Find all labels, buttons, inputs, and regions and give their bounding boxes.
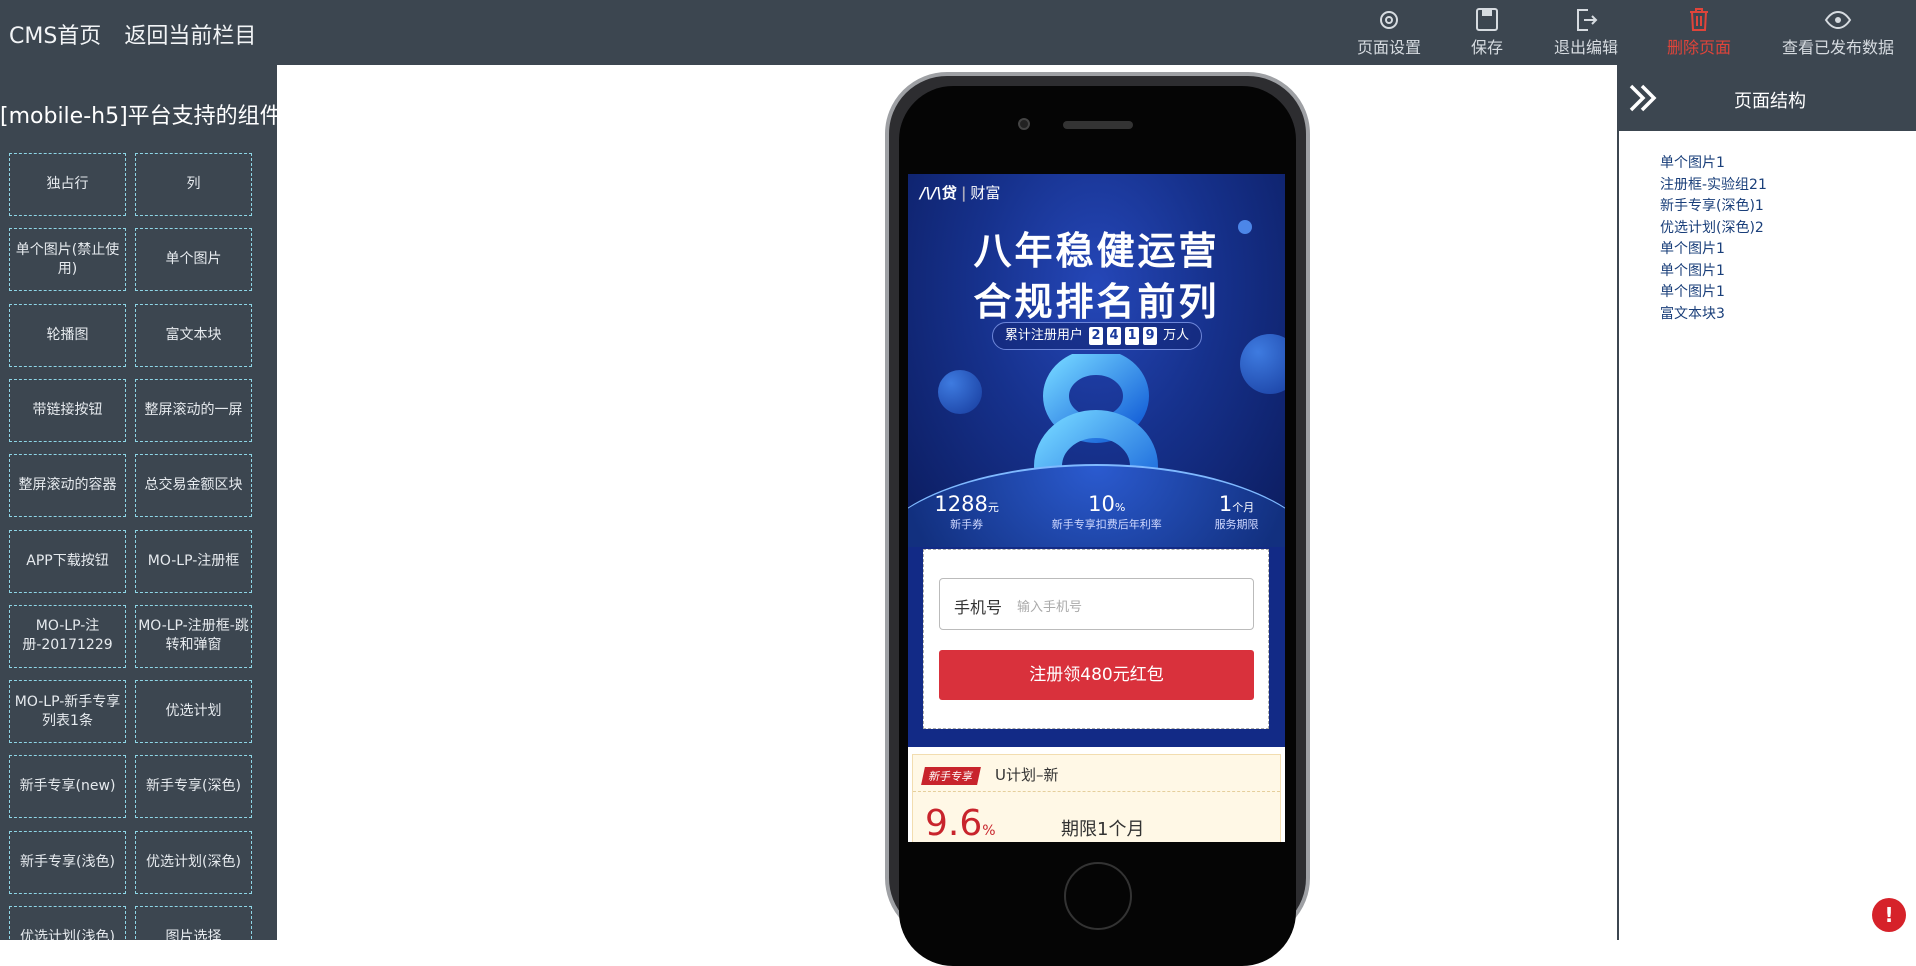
speaker-grille <box>1063 121 1133 129</box>
headline-1: 八年稳健运营 <box>973 229 1220 273</box>
component-item[interactable]: 总交易金额区块 <box>135 454 252 518</box>
bubble <box>938 370 982 414</box>
stat-unit: 个月 <box>1232 501 1255 514</box>
phone-placeholder: 输入手机号 <box>1017 600 1083 615</box>
stat-item: 1288元 新手券 <box>934 492 998 532</box>
structure-item[interactable]: 新手专享(深色)1 <box>1660 196 1916 218</box>
component-item[interactable]: APP下载按钮 <box>9 529 126 593</box>
cms-home-link[interactable]: CMS首页 <box>9 24 101 49</box>
register-button[interactable]: 注册领480元红包 <box>939 650 1254 700</box>
collapse-chevrons-icon[interactable] <box>1627 81 1659 115</box>
page-settings-button[interactable]: 页面设置 <box>1357 4 1421 58</box>
headline-2: 合规排名前列 <box>973 280 1220 324</box>
component-item[interactable]: 新手专享(深色) <box>135 755 252 819</box>
structure-item[interactable]: 优选计划(深色)2 <box>1660 218 1916 240</box>
breadcrumb: CMS首页 返回当前栏目 <box>9 18 272 50</box>
structure-item[interactable]: 单个图片1 <box>1660 239 1916 261</box>
component-item[interactable]: 优选计划 <box>135 680 252 744</box>
page-structure-panel: 页面结构 单个图片1 注册框-实验组21 新手专享(深色)1 优选计划(深色)2 单个图… <box>1617 65 1916 940</box>
exit-icon <box>1577 9 1598 31</box>
structure-item[interactable]: 单个图片1 <box>1660 153 1916 175</box>
error-alert-icon[interactable]: ! <box>1872 898 1906 932</box>
bubble <box>1238 220 1252 234</box>
phone-number-field[interactable]: 手机号 输入手机号 <box>939 578 1254 630</box>
component-item[interactable]: MO-LP-新手专享列表1条 <box>9 680 126 744</box>
save-icon <box>1476 8 1498 31</box>
user-count-digit: 9 <box>1143 327 1157 345</box>
delete-page-label: 删除页面 <box>1667 38 1732 57</box>
component-item[interactable]: 富文本块 <box>135 303 252 367</box>
component-item[interactable]: MO-LP-注册框-跳转和弹窗 <box>135 604 252 668</box>
component-item[interactable]: 新手专享(浅色) <box>9 830 126 894</box>
sidebar-title: [mobile-h5]平台支持的组件 <box>0 104 277 129</box>
exit-edit-button[interactable]: 退出编辑 <box>1554 4 1618 58</box>
stat-label: 服务期限 <box>1214 518 1259 531</box>
component-item[interactable]: 整屏滚动的一屏 <box>135 378 252 442</box>
delete-page-button[interactable]: 删除页面 <box>1667 4 1731 58</box>
register-box: 手机号 输入手机号 注册领480元红包 <box>923 549 1269 729</box>
structure-item[interactable]: 单个图片1 <box>1660 282 1916 304</box>
component-item[interactable]: 单个图片 <box>135 228 252 292</box>
stat-value: 1 <box>1218 492 1233 516</box>
stat-label: 新手券 <box>950 518 984 531</box>
stat-unit: % <box>1114 501 1126 514</box>
structure-list: 单个图片1 注册框-实验组21 新手专享(深色)1 优选计划(深色)2 单个图片1 单个图… <box>1619 153 1916 325</box>
brand-logo: /\/\贷 | 财富 <box>920 184 1001 202</box>
component-item[interactable]: 单个图片(禁止使用) <box>9 228 126 292</box>
phone-label: 手机号 <box>954 598 1003 617</box>
component-item[interactable]: 优选计划(深色) <box>135 830 252 894</box>
component-item[interactable]: 图片选择 <box>135 906 252 940</box>
component-sidebar: [mobile-h5]平台支持的组件 独占行列单个图片(禁止使用) 单个图片 轮播图… <box>0 65 277 940</box>
component-item[interactable]: 列 <box>135 153 252 216</box>
user-count-digit: 4 <box>1107 327 1121 345</box>
component-item[interactable]: 独占行 <box>9 153 126 216</box>
user-count-digit: 1 <box>1125 327 1139 345</box>
page-structure-header: 页面结构 <box>1619 65 1916 131</box>
hero-banner[interactable]: /\/\贷 | 财富 八年稳健运营 合规排名前列 累计注册用户 2419 万人 12… <box>908 174 1285 664</box>
registered-users-pill: 累计注册用户 2419 万人 <box>992 322 1202 350</box>
structure-item[interactable]: 富文本块3 <box>1660 304 1916 326</box>
component-item[interactable]: 整屏滚动的容器 <box>9 454 126 518</box>
structure-item[interactable]: 单个图片1 <box>1660 261 1916 283</box>
camera-icon <box>1018 118 1030 130</box>
home-button <box>1064 862 1132 930</box>
structure-item[interactable]: 注册框-实验组21 <box>1660 175 1916 197</box>
page-structure-title: 页面结构 <box>1734 91 1806 112</box>
gear-icon <box>1380 11 1398 29</box>
component-item[interactable]: 优选计划(浅色) <box>9 906 126 940</box>
stats-row: 1288元 新手券 10% 新手专享扣费后年利率 1个月服务期限 <box>908 492 1285 532</box>
phone-screen: /\/\贷 | 财富 八年稳健运营 合规排名前列 累计注册用户 2419 万人 12… <box>908 174 1285 842</box>
stat-item: 10% 新手专享扣费后年利率 <box>1052 492 1162 532</box>
newbie-product-card[interactable]: 新手专享 U计划–新 9.6% 期限1个月 <box>912 754 1281 842</box>
component-item[interactable]: MO-LP-注册框 <box>135 529 252 593</box>
stat-label: 新手专享扣费后年利率 <box>1051 518 1162 531</box>
save-label: 保存 <box>1471 38 1504 57</box>
component-item[interactable]: MO-LP-注册-20171229 <box>9 604 126 668</box>
eye-icon <box>1824 10 1852 30</box>
stat-unit: 元 <box>987 501 999 514</box>
bubble <box>1240 334 1285 394</box>
stat-value: 10 <box>1088 492 1115 516</box>
top-toolbar: CMS首页 返回当前栏目 页面设置 保存 退出编辑 删除页面 查看已发布数据 <box>0 0 1916 65</box>
component-item[interactable]: 带链接按钮 <box>9 378 126 442</box>
component-item[interactable]: 新手专享(new) <box>9 755 126 819</box>
divider <box>913 791 1280 792</box>
view-published-label: 查看已发布数据 <box>1782 38 1895 57</box>
page-settings-label: 页面设置 <box>1357 38 1422 57</box>
user-count-digit: 2 <box>1089 327 1103 345</box>
product-rate: 9.6% <box>925 803 996 842</box>
component-item[interactable]: 轮播图 <box>9 303 126 367</box>
trash-icon <box>1690 8 1708 31</box>
exit-edit-label: 退出编辑 <box>1554 38 1619 57</box>
product-name: U计划–新 <box>995 766 1059 784</box>
stat-value: 1288 <box>934 492 988 516</box>
save-button[interactable]: 保存 <box>1471 4 1503 58</box>
stat-item: 1个月服务期限 <box>1215 492 1259 532</box>
view-published-button[interactable]: 查看已发布数据 <box>1782 4 1894 58</box>
product-term: 期限1个月 <box>1061 819 1145 840</box>
newbie-tag: 新手专享 <box>921 767 981 785</box>
back-to-column-link[interactable]: 返回当前栏目 <box>124 24 256 49</box>
